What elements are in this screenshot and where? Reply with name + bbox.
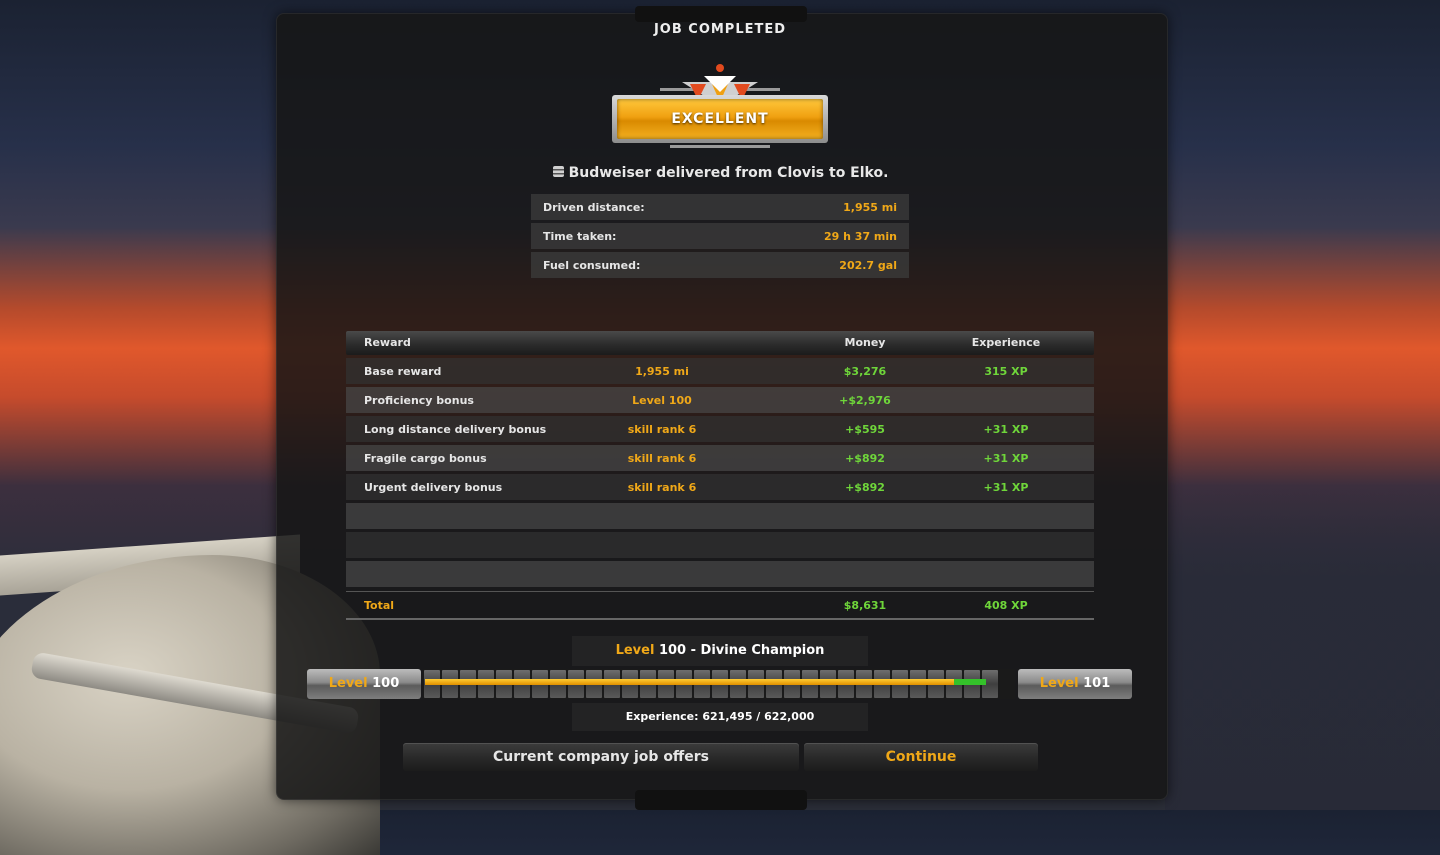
level-prefix: Level bbox=[328, 676, 368, 691]
stat-label: Fuel consumed: bbox=[543, 258, 641, 272]
total-xp: 408 XP bbox=[984, 599, 1028, 612]
background-shade bbox=[1165, 0, 1440, 810]
rewards-table: Reward Money Experience Base reward 1,95… bbox=[346, 331, 1094, 620]
reward-detail: skill rank 6 bbox=[627, 423, 697, 436]
stat-label: Driven distance: bbox=[543, 200, 645, 214]
badge-plate: EXCELLENT bbox=[612, 95, 828, 143]
reward-detail: skill rank 6 bbox=[627, 481, 697, 494]
total-money: $8,631 bbox=[843, 599, 887, 612]
reward-detail: skill rank 6 bbox=[627, 452, 697, 465]
experience-fill-gained bbox=[954, 679, 986, 685]
level-prefix: Level bbox=[615, 643, 655, 658]
stat-row-time: Time taken: 29 h 37 min bbox=[531, 223, 909, 249]
empty-row bbox=[346, 503, 1094, 529]
reward-name: Urgent delivery bonus bbox=[364, 481, 503, 494]
reward-detail: 1,955 mi bbox=[635, 365, 689, 378]
reward-detail: Level 100 bbox=[632, 394, 692, 407]
stat-value: 29 h 37 min bbox=[824, 229, 897, 243]
reward-xp: +31 XP bbox=[983, 481, 1029, 494]
reward-money: +$2,976 bbox=[839, 394, 891, 407]
experience-text: Experience: 621,495 / 622,000 bbox=[625, 710, 815, 723]
reward-xp: +31 XP bbox=[983, 423, 1029, 436]
reward-name: Fragile cargo bonus bbox=[364, 452, 487, 465]
experience-bar: Level 100 Level 101 bbox=[307, 669, 1132, 699]
reward-xp: +31 XP bbox=[983, 452, 1029, 465]
job-offers-button[interactable]: Current company job offers bbox=[403, 743, 799, 771]
reward-money: $3,276 bbox=[843, 365, 887, 378]
current-level-box: Level 100 bbox=[307, 669, 421, 699]
continue-button[interactable]: Continue bbox=[804, 743, 1038, 771]
stat-label: Time taken: bbox=[543, 229, 617, 243]
level-title: Level 100 - Divine Champion bbox=[572, 643, 868, 658]
reward-money: +$892 bbox=[845, 452, 885, 465]
level-prefix: Level bbox=[1039, 676, 1079, 691]
screen-title: JOB COMPLETED bbox=[653, 22, 787, 37]
table-row: Long distance delivery bonus skill rank … bbox=[346, 416, 1094, 442]
reward-name: Base reward bbox=[364, 365, 442, 378]
level-current: 100 bbox=[658, 643, 687, 658]
rating-badge: EXCELLENT bbox=[610, 62, 830, 148]
stat-row-fuel: Fuel consumed: 202.7 gal bbox=[531, 252, 909, 278]
panel-bottom-tab bbox=[635, 790, 807, 810]
table-row: Urgent delivery bonus skill rank 6 +$892… bbox=[346, 474, 1094, 500]
rewards-header: Reward Money Experience bbox=[346, 331, 1094, 355]
stat-row-distance: Driven distance: 1,955 mi bbox=[531, 194, 909, 220]
total-row: Total $8,631 408 XP bbox=[346, 591, 1094, 620]
table-row: Base reward 1,955 mi $3,276 315 XP bbox=[346, 358, 1094, 384]
badge-inner: EXCELLENT bbox=[617, 99, 823, 139]
reward-money: +$595 bbox=[845, 423, 885, 436]
experience-track bbox=[423, 669, 1015, 699]
stat-value: 1,955 mi bbox=[843, 200, 897, 214]
header-reward: Reward bbox=[364, 336, 411, 349]
keg-icon bbox=[552, 166, 564, 177]
reward-name: Proficiency bonus bbox=[364, 394, 474, 407]
reward-name: Long distance delivery bonus bbox=[364, 423, 547, 436]
table-row: Fragile cargo bonus skill rank 6 +$892 +… bbox=[346, 445, 1094, 471]
badge-ornament-line bbox=[670, 145, 770, 148]
experience-fill-before bbox=[425, 679, 954, 685]
header-money: Money bbox=[844, 336, 886, 349]
delivery-message: Budweiser delivered from Clovis to Elko. bbox=[440, 165, 1000, 181]
level-current: 100 bbox=[372, 676, 400, 691]
table-row: Proficiency bonus Level 100 +$2,976 bbox=[346, 387, 1094, 413]
next-level-box: Level 101 bbox=[1018, 669, 1132, 699]
empty-row bbox=[346, 532, 1094, 558]
level-rank-name: - Divine Champion bbox=[686, 643, 825, 658]
panel-top-tab bbox=[635, 6, 807, 22]
header-experience: Experience bbox=[971, 336, 1041, 349]
rating-label: EXCELLENT bbox=[671, 111, 769, 127]
delivery-message-text: Budweiser delivered from Clovis to Elko. bbox=[568, 165, 889, 181]
empty-row bbox=[346, 561, 1094, 587]
reward-money: +$892 bbox=[845, 481, 885, 494]
trip-stats: Driven distance: 1,955 mi Time taken: 29… bbox=[531, 194, 909, 281]
reward-xp: 315 XP bbox=[984, 365, 1028, 378]
total-label: Total bbox=[364, 599, 395, 612]
stat-value: 202.7 gal bbox=[839, 258, 897, 272]
level-next: 101 bbox=[1083, 676, 1111, 691]
